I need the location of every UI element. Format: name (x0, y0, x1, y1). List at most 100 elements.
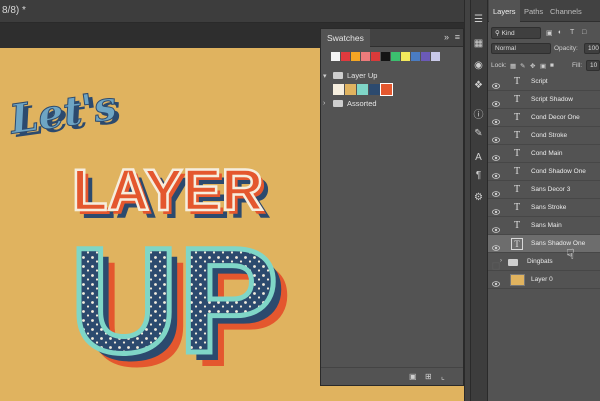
layer-name: Script Shadow (531, 96, 573, 103)
history-icon[interactable]: ☰ (470, 14, 487, 25)
swatches-panel[interactable]: Swatches » ≡ ▾ Layer Up › Assorted ▣ ⊞ ⌞ (320, 28, 464, 386)
swatches-grid-icon[interactable]: ▦ (470, 38, 487, 49)
eye-icon[interactable] (492, 203, 500, 215)
chevron-right-icon[interactable]: › (323, 100, 329, 107)
eye-icon[interactable] (492, 221, 500, 233)
document-tab[interactable]: 8/8) * (0, 0, 470, 23)
tab-layers[interactable]: Layers (489, 0, 520, 22)
swatches-tab[interactable]: Swatches (321, 29, 370, 47)
swatch-chip[interactable] (369, 84, 380, 95)
type-layer-icon: T (513, 202, 521, 213)
layers-tab-bar: Layers Paths Channels (488, 0, 600, 22)
blend-mode-select[interactable]: Normal (491, 43, 551, 54)
swatch-chip[interactable] (380, 83, 393, 96)
layers-panel[interactable]: Layers Paths Channels ⚲ Kind ▣ ◐ T □ Nor… (487, 0, 600, 401)
swatch-chip[interactable] (401, 52, 410, 61)
document-title: 8/8) * (2, 5, 26, 16)
opacity-label: Opacity: (554, 45, 578, 52)
eye-icon[interactable] (492, 131, 500, 143)
layer-row[interactable]: T Cond Main (488, 145, 600, 163)
lock-position-icon[interactable]: ✥ (530, 62, 535, 70)
layer-row[interactable]: T Script (488, 73, 600, 91)
layer-row[interactable]: T Cond Decor One (488, 109, 600, 127)
layer-row[interactable]: T Sans Main (488, 217, 600, 235)
glyphs-icon[interactable]: ⚙ (470, 192, 487, 203)
paragraph-icon[interactable]: ¶ (470, 170, 487, 181)
properties-icon[interactable]: ❖ (470, 80, 487, 91)
swatch-chip[interactable] (333, 84, 344, 95)
lock-pixels-icon[interactable]: ▦ (510, 62, 516, 70)
eye-icon[interactable] (492, 239, 500, 251)
swatch-chip[interactable] (361, 52, 370, 61)
swatch-chip[interactable] (391, 52, 400, 61)
swatch-chip[interactable] (341, 52, 350, 61)
swatch-chip[interactable] (411, 52, 420, 61)
layer-row[interactable]: T Sans Shadow One (488, 235, 600, 253)
layer-row[interactable]: T Script Shadow (488, 91, 600, 109)
up-word: UP UP UP (68, 214, 293, 399)
lock-artboard-icon[interactable]: ▣ (540, 62, 546, 70)
eye-icon[interactable] (492, 149, 500, 161)
swatch-group-assorted[interactable]: › Assorted (323, 99, 377, 108)
swatch-chip[interactable] (421, 52, 430, 61)
chevron-right-icon[interactable]: › (500, 258, 502, 264)
character-icon[interactable]: A (470, 152, 487, 163)
swatch-chip[interactable] (351, 52, 360, 61)
tab-channels[interactable]: Channels (550, 0, 582, 22)
new-swatch-icon[interactable]: ⊞ (425, 372, 432, 381)
layer-row[interactable]: › Dingbats (488, 253, 600, 271)
brush-icon[interactable]: ✎ (470, 128, 487, 139)
lock-all-icon[interactable]: ■ (550, 62, 554, 69)
eye-icon[interactable] (492, 77, 500, 89)
adjustment-filter-icon[interactable]: ◐ (558, 29, 562, 36)
info-icon[interactable]: ⓘ (470, 106, 487, 121)
eye-icon[interactable] (492, 95, 500, 107)
swatch-chip[interactable] (431, 52, 440, 61)
fill-input[interactable]: 10 (586, 60, 600, 71)
type-layer-icon: T (513, 220, 521, 231)
layer-row[interactable]: T Sans Stroke (488, 199, 600, 217)
swatch-chip[interactable] (381, 52, 390, 61)
adjustments-icon[interactable]: ◉ (470, 60, 487, 71)
layer-row[interactable]: T Cond Shadow One (488, 163, 600, 181)
layer-name: Cond Main (531, 150, 563, 157)
swatches-header: Swatches » ≡ (321, 29, 463, 47)
eye-icon[interactable] (492, 275, 500, 287)
layer-name: Sans Stroke (531, 204, 567, 211)
hand-cursor-icon: ☟ (566, 246, 575, 262)
chevron-down-icon[interactable]: ▾ (323, 72, 329, 80)
layer-thumbnail (510, 274, 525, 286)
collapse-panel-icon[interactable]: » (444, 32, 449, 42)
type-layer-icon: T (513, 130, 521, 141)
eye-icon[interactable] (492, 167, 500, 179)
layer-row[interactable]: T Cond Stroke (488, 127, 600, 145)
swatch-group-name: Layer Up (347, 71, 378, 80)
eye-icon[interactable] (492, 185, 500, 197)
tab-paths[interactable]: Paths (524, 0, 543, 22)
layer-filter-select[interactable]: ⚲ Kind (491, 27, 541, 39)
folder-icon (333, 72, 343, 79)
trash-icon[interactable]: ⌞ (441, 372, 445, 381)
type-layer-icon: T (513, 166, 521, 177)
opacity-input[interactable]: 100 (584, 43, 600, 54)
eye-off-icon[interactable] (492, 257, 500, 270)
svg-text:UP: UP (70, 216, 278, 384)
swatch-chip[interactable] (331, 52, 340, 61)
panel-menu-icon[interactable]: ≡ (455, 32, 460, 42)
type-filter-icon[interactable]: T (570, 29, 574, 36)
eye-icon[interactable] (492, 113, 500, 125)
layer-row[interactable]: T Sans Decor 3 (488, 181, 600, 199)
folder-icon (333, 100, 343, 107)
swatch-chip[interactable] (357, 84, 368, 95)
pixel-filter-icon[interactable]: ▣ (546, 29, 553, 37)
folder-icon (508, 259, 518, 266)
lock-brush-icon[interactable]: ✎ (520, 62, 525, 70)
swatch-group-layer-up[interactable]: ▾ Layer Up (323, 71, 377, 80)
shape-filter-icon[interactable]: □ (582, 29, 586, 36)
swatch-chip[interactable] (371, 52, 380, 61)
type-layer-icon: T (513, 112, 521, 123)
swatch-chip[interactable] (345, 84, 356, 95)
folder-icon[interactable]: ▣ (409, 372, 417, 381)
layer-row[interactable]: Layer 0 (488, 271, 600, 289)
script-text: Let's Let's (6, 82, 124, 147)
